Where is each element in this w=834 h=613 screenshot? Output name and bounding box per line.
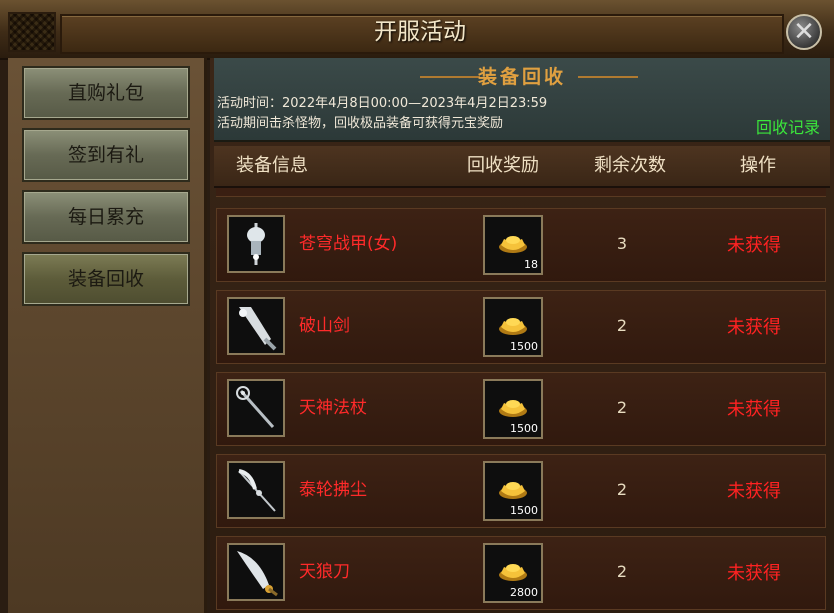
status-label[interactable]: 未获得 (727, 291, 781, 365)
title-bar: 开服活动 ✕ (0, 0, 834, 60)
header-remaining: 剩余次数 (594, 155, 666, 176)
sidebar-item-daily-recharge[interactable]: 每日累充 (22, 190, 190, 244)
scroll-edge (216, 188, 826, 197)
banner-title: 装备回收 (477, 66, 566, 88)
remaining-count: 2 (616, 398, 628, 417)
status-label[interactable]: 未获得 (727, 537, 781, 611)
corner-ornament-icon (8, 12, 56, 52)
recycle-record-link[interactable]: 回收记录 (756, 114, 820, 138)
sidebar-item-sign-in[interactable]: 签到有礼 (22, 128, 190, 182)
armor-icon[interactable] (227, 215, 285, 273)
reward-slot[interactable]: 2800 (483, 543, 543, 603)
activity-time: 活动时间：2022年4月8日00:00—2023年4月2日23:59 (217, 96, 548, 111)
reward-quantity: 1500 (510, 504, 538, 517)
status-label[interactable]: 未获得 (727, 455, 781, 529)
sidebar: 直购礼包 签到有礼 每日累充 装备回收 (8, 58, 207, 613)
reward-quantity: 2800 (510, 586, 538, 599)
remaining-count: 2 (616, 316, 628, 335)
table-row: 天狼刀 2800 2 未获得 (216, 536, 826, 610)
reward-slot[interactable]: 1500 (483, 297, 543, 357)
table-row: 破山剑 1500 2 未获得 (216, 290, 826, 364)
remaining-count: 2 (616, 562, 628, 581)
activity-banner: 装备回收 活动时间：2022年4月8日00:00—2023年4月2日23:59 … (214, 58, 830, 142)
header-reward: 回收奖励 (467, 155, 539, 176)
close-button[interactable]: ✕ (786, 14, 822, 50)
status-label[interactable]: 未获得 (727, 373, 781, 447)
reward-slot[interactable]: 1500 (483, 461, 543, 521)
window-title: 开服活动 (374, 19, 466, 45)
gold-ingot-icon (499, 482, 527, 499)
staff-icon[interactable] (227, 379, 285, 437)
reward-quantity: 1500 (510, 422, 538, 435)
table-row: 泰轮拂尘 1500 2 未获得 (216, 454, 826, 528)
gold-ingot-icon (499, 236, 527, 253)
table-row: 苍穹战甲(女) 18 3 未获得 (216, 208, 826, 282)
gold-ingot-icon (499, 564, 527, 581)
gold-ingot-icon (499, 400, 527, 417)
status-label[interactable]: 未获得 (727, 209, 781, 283)
header-operation: 操作 (740, 155, 776, 176)
activity-description: 活动期间击杀怪物，回收极品装备可获得元宝奖励 (217, 116, 504, 131)
reward-quantity: 18 (524, 258, 538, 271)
blade-icon[interactable] (227, 543, 285, 601)
header-equip-info: 装备信息 (236, 155, 308, 176)
table-row: 天神法杖 1500 2 未获得 (216, 372, 826, 446)
item-name: 泰轮拂尘 (299, 480, 367, 500)
sidebar-item-direct-gift[interactable]: 直购礼包 (22, 66, 190, 120)
sword-icon[interactable] (227, 297, 285, 355)
reward-quantity: 1500 (510, 340, 538, 353)
close-icon: ✕ (793, 17, 815, 47)
remaining-count: 3 (616, 234, 628, 253)
item-name: 破山剑 (299, 316, 350, 336)
item-name: 天狼刀 (299, 562, 350, 582)
whisk-icon[interactable] (227, 461, 285, 519)
remaining-count: 2 (616, 480, 628, 499)
main-panel: 装备回收 活动时间：2022年4月8日00:00—2023年4月2日23:59 … (210, 58, 834, 613)
reward-slot[interactable]: 1500 (483, 379, 543, 439)
reward-slot[interactable]: 18 (483, 215, 543, 275)
gold-ingot-icon (499, 318, 527, 335)
item-name: 苍穹战甲(女) (299, 234, 398, 254)
sidebar-item-equip-recycle[interactable]: 装备回收 (22, 252, 190, 306)
item-name: 天神法杖 (299, 398, 367, 418)
table-header: 装备信息 回收奖励 剩余次数 操作 (214, 146, 830, 188)
